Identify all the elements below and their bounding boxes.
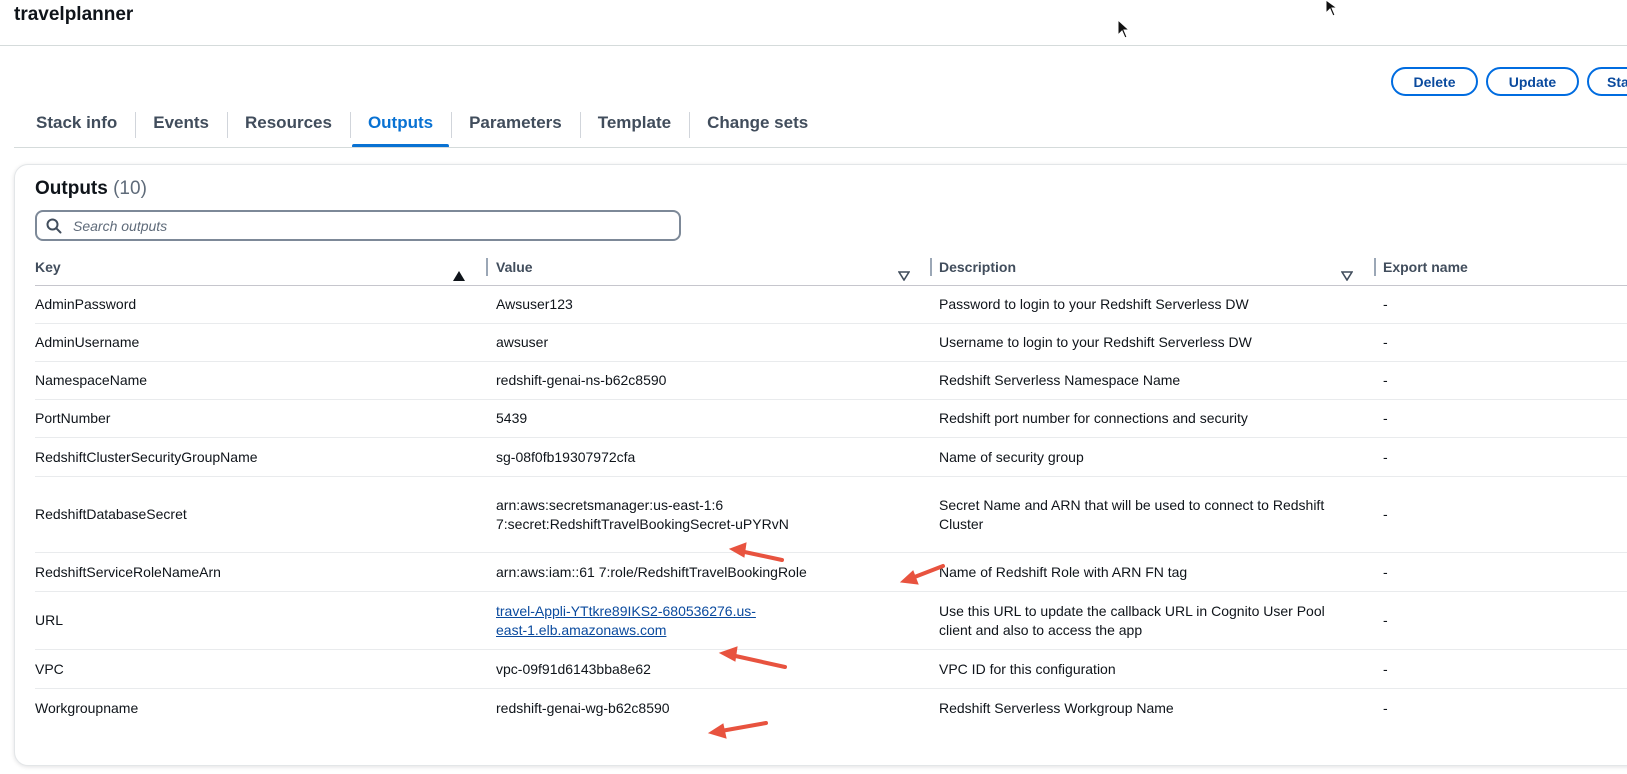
table-row: AdminPassword Awsuser123 Password to log… <box>35 286 1627 324</box>
header-divider <box>0 45 1627 46</box>
output-key: NamespaceName <box>35 372 148 388</box>
output-key: VPC <box>35 660 64 677</box>
tab-resources[interactable]: Resources <box>227 102 350 146</box>
table-row: URL travel-Appli-YTtkre89IKS2-680536276.… <box>35 592 1627 650</box>
tab-template[interactable]: Template <box>579 102 689 146</box>
table-row: Workgroupname redshift-genai-wg-b62c8590… <box>35 689 1627 727</box>
output-value-cell: travel-Appli-YTtkre89IKS2-680536276.us-e… <box>496 592 786 649</box>
output-description: Password to login to your Redshift Serve… <box>939 296 1249 312</box>
output-export-name: - <box>1383 372 1388 388</box>
column-value-label: Value <box>496 259 533 275</box>
outputs-panel: Outputs (10) Key Value Description <box>14 164 1627 766</box>
output-value: sg-08f0fb19307972cfa <box>496 448 636 465</box>
outputs-title: Outputs <box>35 178 108 199</box>
table-row: RedshiftClusterSecurityGroupName sg-08f0… <box>35 438 1627 477</box>
table-row: AdminUsername awsuser Username to login … <box>35 324 1627 362</box>
url-link[interactable]: travel-Appli-YTtkre89IKS2-680536276.us-e… <box>496 602 786 640</box>
search-box <box>35 210 681 241</box>
output-key: RedshiftClusterSecurityGroupName <box>35 448 258 465</box>
output-description: Use this URL to update the callback URL … <box>939 602 1325 638</box>
table-row: RedshiftDatabaseSecret arn:aws:secretsma… <box>35 477 1627 553</box>
output-key: RedshiftServiceRoleNameArn <box>35 563 221 580</box>
tab-parameters[interactable]: Parameters <box>451 102 580 146</box>
column-header-description[interactable]: Description <box>939 253 1363 285</box>
column-resizer[interactable] <box>486 258 488 276</box>
output-description: Redshift Serverless Namespace Name <box>939 372 1181 388</box>
mouse-cursor-icon <box>1117 18 1131 39</box>
tabs-divider <box>14 147 1627 148</box>
output-export-name: - <box>1383 612 1388 628</box>
output-value: Awsuser123 <box>496 296 573 312</box>
search-icon <box>37 218 71 234</box>
output-key: URL <box>35 612 64 628</box>
search-input[interactable] <box>71 216 679 235</box>
outputs-table-body: AdminPassword Awsuser123 Password to log… <box>35 286 1627 727</box>
output-key: AdminUsername <box>35 334 140 350</box>
mouse-cursor-icon <box>1325 0 1339 17</box>
column-header-export-name: Export name <box>1383 259 1468 275</box>
output-value: arn:aws:iam::61 7:role/RedshiftTravelBoo… <box>496 563 807 580</box>
update-button[interactable]: Update <box>1486 67 1579 96</box>
output-description: Redshift port number for connections and… <box>939 410 1248 426</box>
delete-button[interactable]: Delete <box>1391 67 1478 96</box>
output-key: PortNumber <box>35 410 111 426</box>
output-key: AdminPassword <box>35 296 137 312</box>
output-key: RedshiftDatabaseSecret <box>35 506 187 522</box>
output-description: Name of security group <box>939 448 1084 465</box>
stack-actions-button[interactable]: Sta <box>1587 67 1627 96</box>
output-value: vpc-09f91d6143bba8e62 <box>496 660 651 677</box>
output-description: Redshift Serverless Workgroup Name <box>939 699 1174 716</box>
tab-events[interactable]: Events <box>135 102 227 146</box>
output-description: VPC ID for this configuration <box>939 660 1116 677</box>
output-export-name: - <box>1383 660 1388 677</box>
column-header-key[interactable]: Key <box>35 253 475 285</box>
output-value: arn:aws:secretsmanager:us-east-1:6 7:sec… <box>496 496 789 532</box>
table-row: PortNumber 5439 Redshift port number for… <box>35 400 1627 438</box>
tab-stack-info[interactable]: Stack info <box>18 102 135 146</box>
output-value: awsuser <box>496 334 549 350</box>
outputs-heading: Outputs (10) <box>35 178 147 200</box>
output-description: Name of Redshift Role with ARN FN tag <box>939 563 1188 580</box>
app-title: travelplanner <box>14 4 134 25</box>
output-value: redshift-genai-wg-b62c8590 <box>496 699 670 716</box>
output-export-name: - <box>1383 334 1388 350</box>
output-export-name: - <box>1383 506 1388 522</box>
output-description: Username to login to your Redshift Serve… <box>939 334 1252 350</box>
output-value: 5439 <box>496 410 528 426</box>
tab-bar: Stack info Events Resources Outputs Para… <box>18 102 826 148</box>
outputs-count: (10) <box>113 178 147 199</box>
output-export-name: - <box>1383 563 1388 580</box>
table-row: RedshiftServiceRoleNameArn arn:aws:iam::… <box>35 553 1627 592</box>
column-description-label: Description <box>939 259 1017 275</box>
output-export-name: - <box>1383 296 1388 312</box>
column-header-value[interactable]: Value <box>496 253 920 285</box>
output-export-name: - <box>1383 448 1388 465</box>
tab-change-sets[interactable]: Change sets <box>689 102 826 146</box>
column-resizer[interactable] <box>1374 258 1376 276</box>
tab-outputs[interactable]: Outputs <box>349 102 451 148</box>
column-resizer[interactable] <box>930 258 932 276</box>
output-description: Secret Name and ARN that will be used to… <box>939 496 1325 532</box>
output-export-name: - <box>1383 699 1388 716</box>
table-row: VPC vpc-09f91d6143bba8e62 VPC ID for thi… <box>35 650 1627 689</box>
table-row: NamespaceName redshift-genai-ns-b62c8590… <box>35 362 1627 400</box>
outputs-table-header: Key Value Description Export name <box>35 253 1627 286</box>
output-key: Workgroupname <box>35 699 139 716</box>
output-value: redshift-genai-ns-b62c8590 <box>496 372 667 388</box>
output-export-name: - <box>1383 410 1388 426</box>
column-key-label: Key <box>35 259 61 275</box>
